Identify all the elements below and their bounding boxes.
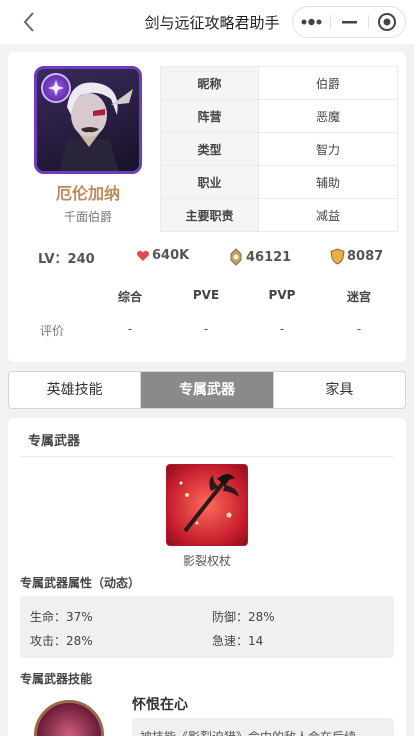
minimize-icon: [342, 21, 357, 24]
hp-stat: 640K: [136, 248, 189, 263]
weapon-prop: 攻击：28%: [30, 634, 93, 648]
top-nav-bar: 剑与远征攻略君助手: [0, 0, 414, 44]
attr-value: 智力: [258, 132, 398, 166]
tab-furniture[interactable]: 家具: [274, 372, 405, 408]
hero-attribute-table: 昵称 伯爵 阵营 恶魔 类型 智力 职业 辅助 主要职责 减益: [160, 66, 398, 232]
weapon-props-panel: 生命：37% 防御：28% 攻击：28% 急速：14: [20, 596, 394, 658]
attr-key: 阵营: [160, 99, 259, 133]
minimize-button[interactable]: [331, 7, 368, 37]
attack-stat: 46121: [228, 248, 291, 266]
target-close-icon: [378, 13, 396, 31]
divider: [20, 456, 394, 457]
weapon-skill-icon: [34, 700, 104, 736]
rating-value: -: [356, 322, 362, 336]
hp-value: 640K: [152, 248, 190, 263]
rating-value: -: [279, 322, 285, 336]
weapon-prop: 防御：28%: [212, 610, 275, 624]
level-stat: LV：240: [38, 248, 95, 267]
attack-value: 46121: [246, 249, 292, 265]
weapon-image: [166, 464, 248, 546]
attr-value: 恶魔: [258, 99, 398, 133]
table-row: 主要职责 减益: [160, 198, 398, 232]
table-row: 昵称 伯爵: [160, 66, 398, 100]
table-row: 类型 智力: [160, 132, 398, 166]
faction-badge-icon: [41, 73, 71, 103]
attack-power-icon: [230, 248, 242, 266]
attr-value: 伯爵: [258, 66, 398, 100]
shield-icon: [330, 248, 345, 265]
weapon-skill-title: 专属武器技能: [20, 672, 93, 686]
more-button[interactable]: [293, 7, 330, 37]
scepter-icon: [179, 474, 239, 533]
weapon-prop: 生命：37%: [30, 610, 93, 624]
hero-info-card: 厄伦加纳 千面伯爵 昵称 伯爵 阵营 恶魔 类型 智力 职业 辅助 主要职责 减益 LV：…: [8, 52, 406, 362]
weapon-skill-name: 怀恨在心: [132, 697, 188, 713]
defense-stat: 8087: [330, 248, 383, 265]
rating-header: PVE: [192, 288, 220, 302]
exclusive-weapon-card: 专属武器 影裂权杖 专属武器属性（动态） 生命：37% 防御：28% 攻击：28…: [8, 418, 406, 736]
weapon-prop: 急速：14: [212, 634, 264, 648]
rating-row-label: 评价: [40, 324, 65, 338]
close-miniprogram-button[interactable]: [369, 7, 406, 37]
level-text: LV：240: [38, 252, 95, 267]
attr-key: 类型: [160, 132, 259, 166]
attr-value: 减益: [258, 198, 398, 232]
attr-key: 职业: [160, 165, 259, 199]
rating-header: 迷宫: [346, 290, 371, 304]
weapon-skill-description: 被技能《影裂迫猎》命中的敌人会在后续: [132, 718, 394, 736]
more-dots-icon: [301, 18, 322, 26]
weapon-name: 影裂权杖: [182, 554, 231, 568]
mini-program-capsule: [292, 6, 406, 38]
attr-value: 辅助: [258, 165, 398, 199]
rating-value: -: [127, 322, 133, 336]
attr-key: 昵称: [160, 66, 259, 100]
detail-tabs: 英雄技能 专属武器 家具: [8, 371, 406, 409]
heart-icon: [136, 250, 150, 261]
hero-name: 厄伦加纳: [55, 184, 120, 203]
hero-portrait: [34, 66, 142, 174]
rating-header: 综合: [117, 290, 142, 304]
tab-hero-skills[interactable]: 英雄技能: [9, 372, 142, 408]
tab-exclusive-weapon[interactable]: 专属武器: [141, 372, 274, 408]
table-row: 阵营 恶魔: [160, 99, 398, 133]
hero-title: 千面伯爵: [63, 210, 112, 224]
section-title: 专属武器: [28, 434, 81, 449]
defense-value: 8087: [347, 249, 384, 264]
rating-header: PVP: [268, 288, 296, 302]
rating-value: -: [203, 322, 209, 336]
table-row: 职业 辅助: [160, 165, 398, 199]
hero-stats-row: LV：240 640K 46121 8087: [8, 248, 406, 268]
weapon-props-title: 专属武器属性（动态）: [20, 576, 141, 590]
attr-key: 主要职责: [160, 198, 259, 232]
